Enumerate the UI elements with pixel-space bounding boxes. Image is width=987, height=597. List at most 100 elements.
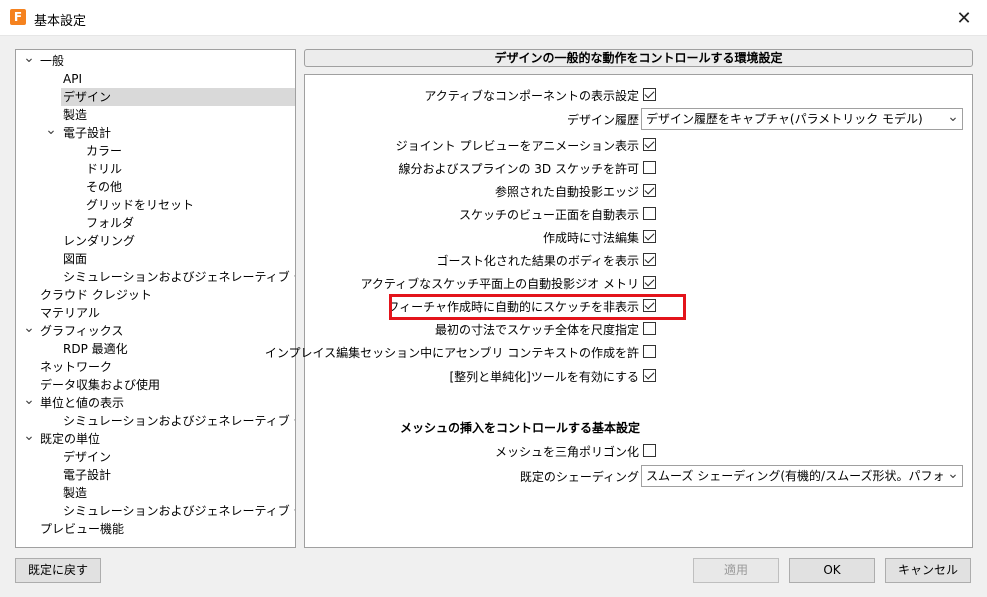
tree-item[interactable]: レンダリング bbox=[16, 232, 295, 250]
tree-item[interactable]: 製造 bbox=[16, 484, 295, 502]
option-dropdown[interactable]: スムーズ シェーディング(有機的/スムーズ形状。パフォーマン ⌄ bbox=[641, 465, 963, 487]
title-bar: F 基本設定 ✕ bbox=[0, 0, 987, 36]
checkbox-row: 参照された自動投影エッジ bbox=[305, 181, 974, 201]
apply-button[interactable]: 適用 bbox=[693, 558, 779, 583]
tree-item[interactable]: ネットワーク bbox=[16, 358, 295, 376]
option-checkbox[interactable] bbox=[643, 161, 656, 174]
option-checkbox[interactable] bbox=[643, 88, 656, 101]
tree-item[interactable]: プレビュー機能 bbox=[16, 520, 295, 538]
preferences-tree: ⌄ 一般 API デザイン 製造 ⌄ 電子設計 カラー ドリル その他 グリッドをリセット フォルダレ… bbox=[15, 49, 296, 548]
option-checkbox[interactable] bbox=[643, 369, 656, 382]
option-checkbox[interactable] bbox=[643, 138, 656, 151]
tree-item[interactable]: ⌄ 単位と値の表示 bbox=[16, 391, 295, 412]
tree-item[interactable]: グリッドをリセット bbox=[16, 196, 295, 214]
option-checkbox[interactable] bbox=[643, 322, 656, 335]
close-icon[interactable]: ✕ bbox=[941, 0, 987, 36]
option-label: デザイン履歴 bbox=[566, 113, 639, 127]
checkbox-row: スケッチのビュー正面を自動表示 bbox=[305, 204, 974, 224]
tree-item[interactable]: カラー bbox=[16, 142, 295, 160]
chevron-down-icon: ⌄ bbox=[944, 466, 962, 486]
tree-item[interactable]: ドリル bbox=[16, 160, 295, 178]
tree-item[interactable]: ⌄ 既定の単位 bbox=[16, 427, 295, 448]
highlight-box bbox=[389, 294, 686, 320]
tree-item[interactable]: マテリアル bbox=[16, 304, 295, 322]
tree-item[interactable]: RDP 最適化 bbox=[16, 340, 295, 358]
select-row: デザイン履歴 デザイン履歴をキャプチャ(パラメトリック モデル) ⌄ bbox=[305, 108, 974, 130]
option-label: アクティブなコンポーネントの表示設定 bbox=[424, 89, 639, 103]
tree-item-label: デザイン bbox=[63, 90, 112, 104]
chevron-down-icon[interactable]: ⌄ bbox=[22, 50, 36, 67]
option-label: ゴースト化された結果のボディを表示 bbox=[436, 254, 639, 268]
checkbox-row: 最初の寸法でスケッチ全体を尺度指定 bbox=[305, 319, 974, 339]
ok-button[interactable]: OK bbox=[789, 558, 875, 583]
checkbox-row: アクティブなコンポーネントの表示設定 bbox=[305, 85, 974, 105]
option-checkbox[interactable] bbox=[643, 444, 656, 457]
reset-defaults-button[interactable]: 既定に戻す bbox=[15, 558, 101, 583]
tree-item[interactable]: ⌄ 電子設計 bbox=[16, 121, 295, 142]
tree-item[interactable]: ⌄ 一般 bbox=[16, 50, 295, 70]
option-label: 線分およびスプラインの 3D スケッチを許可 bbox=[398, 162, 639, 176]
option-label: 既定のシェーディング bbox=[519, 470, 639, 484]
tree-item-label: API bbox=[63, 72, 82, 86]
tree-item-label: フォルダ bbox=[86, 216, 135, 230]
tree-item-label: データ収集および使用 bbox=[40, 378, 161, 392]
tree-item[interactable]: シミュレーションおよびジェネレーティブ デザ... bbox=[16, 412, 295, 430]
tree-item[interactable]: シミュレーションおよびジェネレーティブ デザ... bbox=[16, 268, 295, 286]
tree-item-label: レンダリング bbox=[63, 234, 136, 248]
checkbox-row: [整列と単純化]ツールを有効にする bbox=[305, 366, 974, 386]
tree-item[interactable]: その他 bbox=[16, 178, 295, 196]
option-label: 作成時に寸法編集 bbox=[542, 231, 639, 245]
option-dropdown[interactable]: デザイン履歴をキャプチャ(パラメトリック モデル) ⌄ bbox=[641, 108, 963, 130]
option-checkbox[interactable] bbox=[643, 184, 656, 197]
chevron-down-icon[interactable]: ⌄ bbox=[44, 121, 58, 139]
option-label: ジョイント プレビューをアニメーション表示 bbox=[395, 139, 639, 153]
tree-item-label: 電子設計 bbox=[63, 468, 112, 482]
checkbox-row: 線分およびスプラインの 3D スケッチを許可 bbox=[305, 158, 974, 178]
option-checkbox[interactable] bbox=[643, 276, 656, 289]
fusion-app-icon: F bbox=[10, 9, 26, 25]
tree-item-label: 単位と値の表示 bbox=[40, 396, 125, 410]
chevron-down-icon[interactable]: ⌄ bbox=[22, 391, 36, 409]
select-row: 既定のシェーディング スムーズ シェーディング(有機的/スムーズ形状。パフォーマン… bbox=[305, 465, 974, 487]
option-checkbox[interactable] bbox=[643, 253, 656, 266]
option-label: スケッチのビュー正面を自動表示 bbox=[458, 208, 639, 222]
option-checkbox[interactable] bbox=[643, 207, 656, 220]
tree-item-label: シミュレーションおよびジェネレーティブ デザ... bbox=[63, 504, 295, 518]
tree-item[interactable]: デザイン bbox=[16, 448, 295, 466]
tree-item[interactable]: 図面 bbox=[16, 250, 295, 268]
dropdown-value: スムーズ シェーディング(有機的/スムーズ形状。パフォーマン bbox=[646, 469, 963, 483]
chevron-down-icon[interactable]: ⌄ bbox=[22, 319, 36, 337]
tree-item-label: グリッドをリセット bbox=[86, 198, 195, 212]
tree-item[interactable]: API bbox=[16, 70, 295, 88]
chevron-down-icon: ⌄ bbox=[944, 109, 962, 129]
tree-item-label: デザイン bbox=[63, 450, 112, 464]
chevron-down-icon[interactable]: ⌄ bbox=[22, 427, 36, 445]
tree-item[interactable]: フォルダ bbox=[16, 214, 295, 232]
tree-item-label: カラー bbox=[86, 144, 123, 158]
checkbox-row: アクティブなスケッチ平面上の自動投影ジオ メトリ bbox=[305, 273, 974, 293]
tree-item-label: 図面 bbox=[63, 252, 88, 266]
tree-item-label: グラフィックス bbox=[40, 324, 124, 338]
tree-item-label: その他 bbox=[86, 180, 123, 194]
tree-item-label: 一般 bbox=[40, 54, 65, 68]
option-checkbox[interactable] bbox=[643, 230, 656, 243]
checkbox-row: ゴースト化された結果のボディを表示 bbox=[305, 250, 974, 270]
tree-item-label: 製造 bbox=[63, 486, 88, 500]
cancel-button[interactable]: キャンセル bbox=[885, 558, 971, 583]
tree-item-label: シミュレーションおよびジェネレーティブ デザ... bbox=[63, 414, 295, 428]
checkbox-row: 作成時に寸法編集 bbox=[305, 227, 974, 247]
option-checkbox[interactable] bbox=[643, 345, 656, 358]
tree-item[interactable]: クラウド クレジット bbox=[16, 286, 295, 304]
tree-item-label: マテリアル bbox=[40, 306, 100, 320]
panel-header: デザインの一般的な動作をコントロールする環境設定 bbox=[304, 49, 973, 67]
tree-item[interactable]: シミュレーションおよびジェネレーティブ デザ... bbox=[16, 502, 295, 520]
tree-item[interactable]: ⌄ グラフィックス bbox=[16, 319, 295, 340]
checkbox-row: メッシュを三角ポリゴン化 bbox=[305, 441, 974, 461]
tree-item-label: ドリル bbox=[86, 162, 123, 176]
window-title: 基本設定 bbox=[34, 14, 87, 29]
option-label: 参照された自動投影エッジ bbox=[494, 185, 639, 199]
tree-item[interactable]: 電子設計 bbox=[16, 466, 295, 484]
tree-item[interactable]: デザイン bbox=[61, 88, 295, 106]
tree-item-label: RDP 最適化 bbox=[63, 342, 128, 356]
tree-item[interactable]: データ収集および使用 bbox=[16, 376, 295, 394]
